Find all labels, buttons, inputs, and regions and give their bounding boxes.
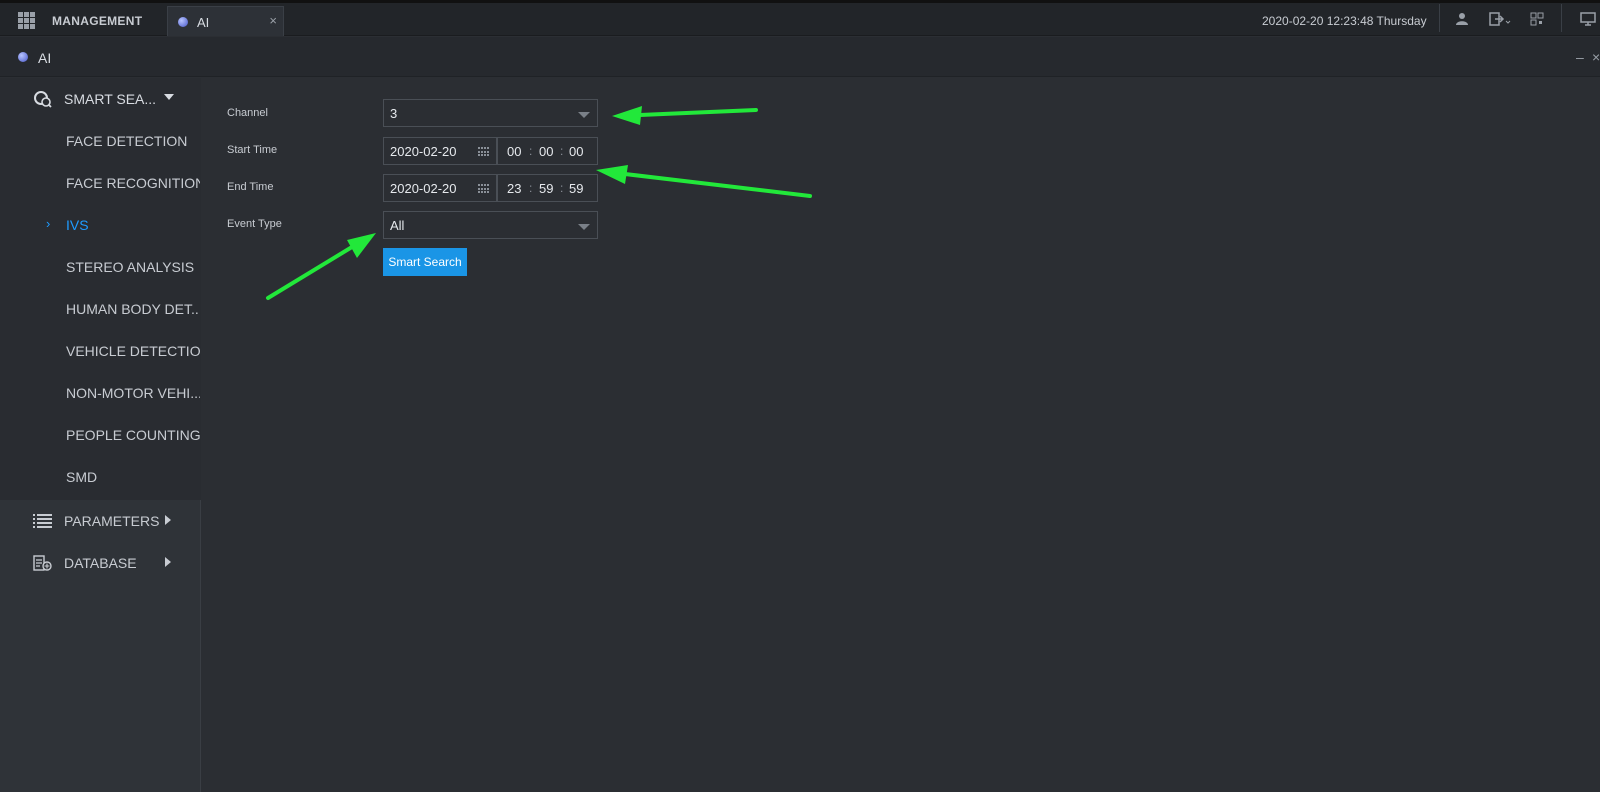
- sidebar-item-label: FACE RECOGNITION: [66, 175, 200, 191]
- sidebar-item-face-recognition[interactable]: FACE RECOGNITION: [0, 162, 200, 204]
- page-title: AI: [38, 50, 52, 66]
- end-time-label: End Time: [227, 181, 274, 193]
- caret-down-icon: [578, 224, 590, 230]
- sidebar-item-non-motor-vehicle[interactable]: NON-MOTOR VEHI...: [0, 372, 200, 414]
- start-date-value: 2020-02-20: [390, 144, 457, 159]
- sidebar-item-label: HUMAN BODY DET...: [66, 301, 200, 317]
- sidebar-item-label: PARAMETERS: [64, 513, 160, 529]
- sidebar-item-label: FACE DETECTION: [66, 133, 188, 149]
- calendar-icon[interactable]: [478, 147, 490, 157]
- sidebar-item-label: PEOPLE COUNTING: [66, 427, 200, 443]
- start-second-input[interactable]: 00: [569, 144, 583, 159]
- time-separator: :: [529, 181, 533, 195]
- top-bar: MANAGEMENT AI × 2020-02-20 12:23:48 Thur…: [0, 0, 1600, 36]
- app-grid-icon[interactable]: [18, 12, 35, 29]
- tab-ai[interactable]: AI ×: [167, 6, 284, 36]
- sidebar-item-database[interactable]: DATABASE: [0, 542, 201, 584]
- tab-close-icon[interactable]: ×: [269, 13, 277, 28]
- channel-select[interactable]: 3: [383, 99, 598, 127]
- sidebar-item-people-counting[interactable]: PEOPLE COUNTING: [0, 414, 200, 456]
- sidebar-item-face-detection[interactable]: FACE DETECTION: [0, 120, 200, 162]
- sidebar-item-label: DATABASE: [64, 555, 137, 571]
- time-separator: :: [560, 144, 564, 158]
- ai-icon: [18, 52, 28, 62]
- time-separator: :: [560, 181, 564, 195]
- management-label[interactable]: MANAGEMENT: [52, 14, 142, 28]
- sidebar-item-label: VEHICLE DETECTION: [66, 343, 200, 359]
- channel-label: Channel: [227, 107, 268, 119]
- end-minute-input[interactable]: 59: [539, 181, 553, 196]
- caret-right-icon: [165, 515, 171, 525]
- time-separator: :: [529, 144, 533, 158]
- page-header: AI – ×: [0, 37, 1600, 77]
- smart-search-icon: [33, 90, 53, 108]
- sidebar-item-smart-search[interactable]: SMART SEA...: [0, 78, 201, 120]
- sidebar: SMART SEA... FACE DETECTION FACE RECOGNI…: [0, 78, 201, 792]
- event-type-select[interactable]: All: [383, 211, 598, 239]
- user-icon[interactable]: [1455, 12, 1469, 29]
- logout-icon[interactable]: [1489, 12, 1511, 29]
- tab-ai-label: AI: [197, 15, 210, 30]
- close-button[interactable]: ×: [1592, 49, 1600, 65]
- sidebar-item-label: IVS: [66, 217, 89, 233]
- top-strip: [0, 0, 1600, 3]
- caret-right-icon: [165, 557, 171, 567]
- end-date-field[interactable]: 2020-02-20: [383, 174, 497, 202]
- system-datetime: 2020-02-20 12:23:48 Thursday: [1262, 14, 1427, 28]
- calendar-icon[interactable]: [478, 184, 490, 194]
- sidebar-item-ivs[interactable]: › IVS: [0, 204, 200, 246]
- sidebar-item-label: NON-MOTOR VEHI...: [66, 385, 200, 401]
- end-second-input[interactable]: 59: [569, 181, 583, 196]
- end-date-value: 2020-02-20: [390, 181, 457, 196]
- event-type-value: All: [390, 218, 405, 233]
- caret-down-icon: [164, 94, 174, 100]
- start-time-field[interactable]: 00 : 00 : 00: [497, 137, 598, 165]
- sidebar-item-vehicle-detection[interactable]: VEHICLE DETECTION: [0, 330, 200, 372]
- start-hour-input[interactable]: 00: [507, 144, 521, 159]
- divider: [1561, 4, 1562, 32]
- channel-value: 3: [390, 106, 398, 121]
- database-icon: [33, 554, 53, 572]
- sidebar-item-parameters[interactable]: PARAMETERS: [0, 500, 201, 542]
- start-minute-input[interactable]: 00: [539, 144, 553, 159]
- sidebar-item-stereo-analysis[interactable]: STEREO ANALYSIS: [0, 246, 200, 288]
- minimize-button[interactable]: –: [1576, 49, 1584, 65]
- ai-icon: [178, 17, 188, 27]
- event-type-label: Event Type: [227, 218, 282, 230]
- caret-down-icon: [578, 112, 590, 118]
- end-time-field[interactable]: 23 : 59 : 59: [497, 174, 598, 202]
- sidebar-item-smd[interactable]: SMD: [0, 456, 200, 498]
- monitor-icon[interactable]: [1580, 12, 1596, 29]
- sidebar-item-label: SMART SEA...: [64, 91, 157, 107]
- sidebar-item-human-body-detection[interactable]: HUMAN BODY DET...: [0, 288, 200, 330]
- divider: [1439, 4, 1440, 32]
- start-date-field[interactable]: 2020-02-20: [383, 137, 497, 165]
- list-icon: [33, 512, 53, 530]
- sidebar-item-label: STEREO ANALYSIS: [66, 259, 195, 275]
- end-hour-input[interactable]: 23: [507, 181, 521, 196]
- smart-search-button[interactable]: Smart Search: [383, 248, 467, 276]
- start-time-label: Start Time: [227, 144, 278, 156]
- qr-code-icon[interactable]: [1530, 12, 1544, 29]
- sidebar-item-label: SMD: [66, 469, 98, 485]
- chevron-right-icon: ›: [46, 216, 51, 231]
